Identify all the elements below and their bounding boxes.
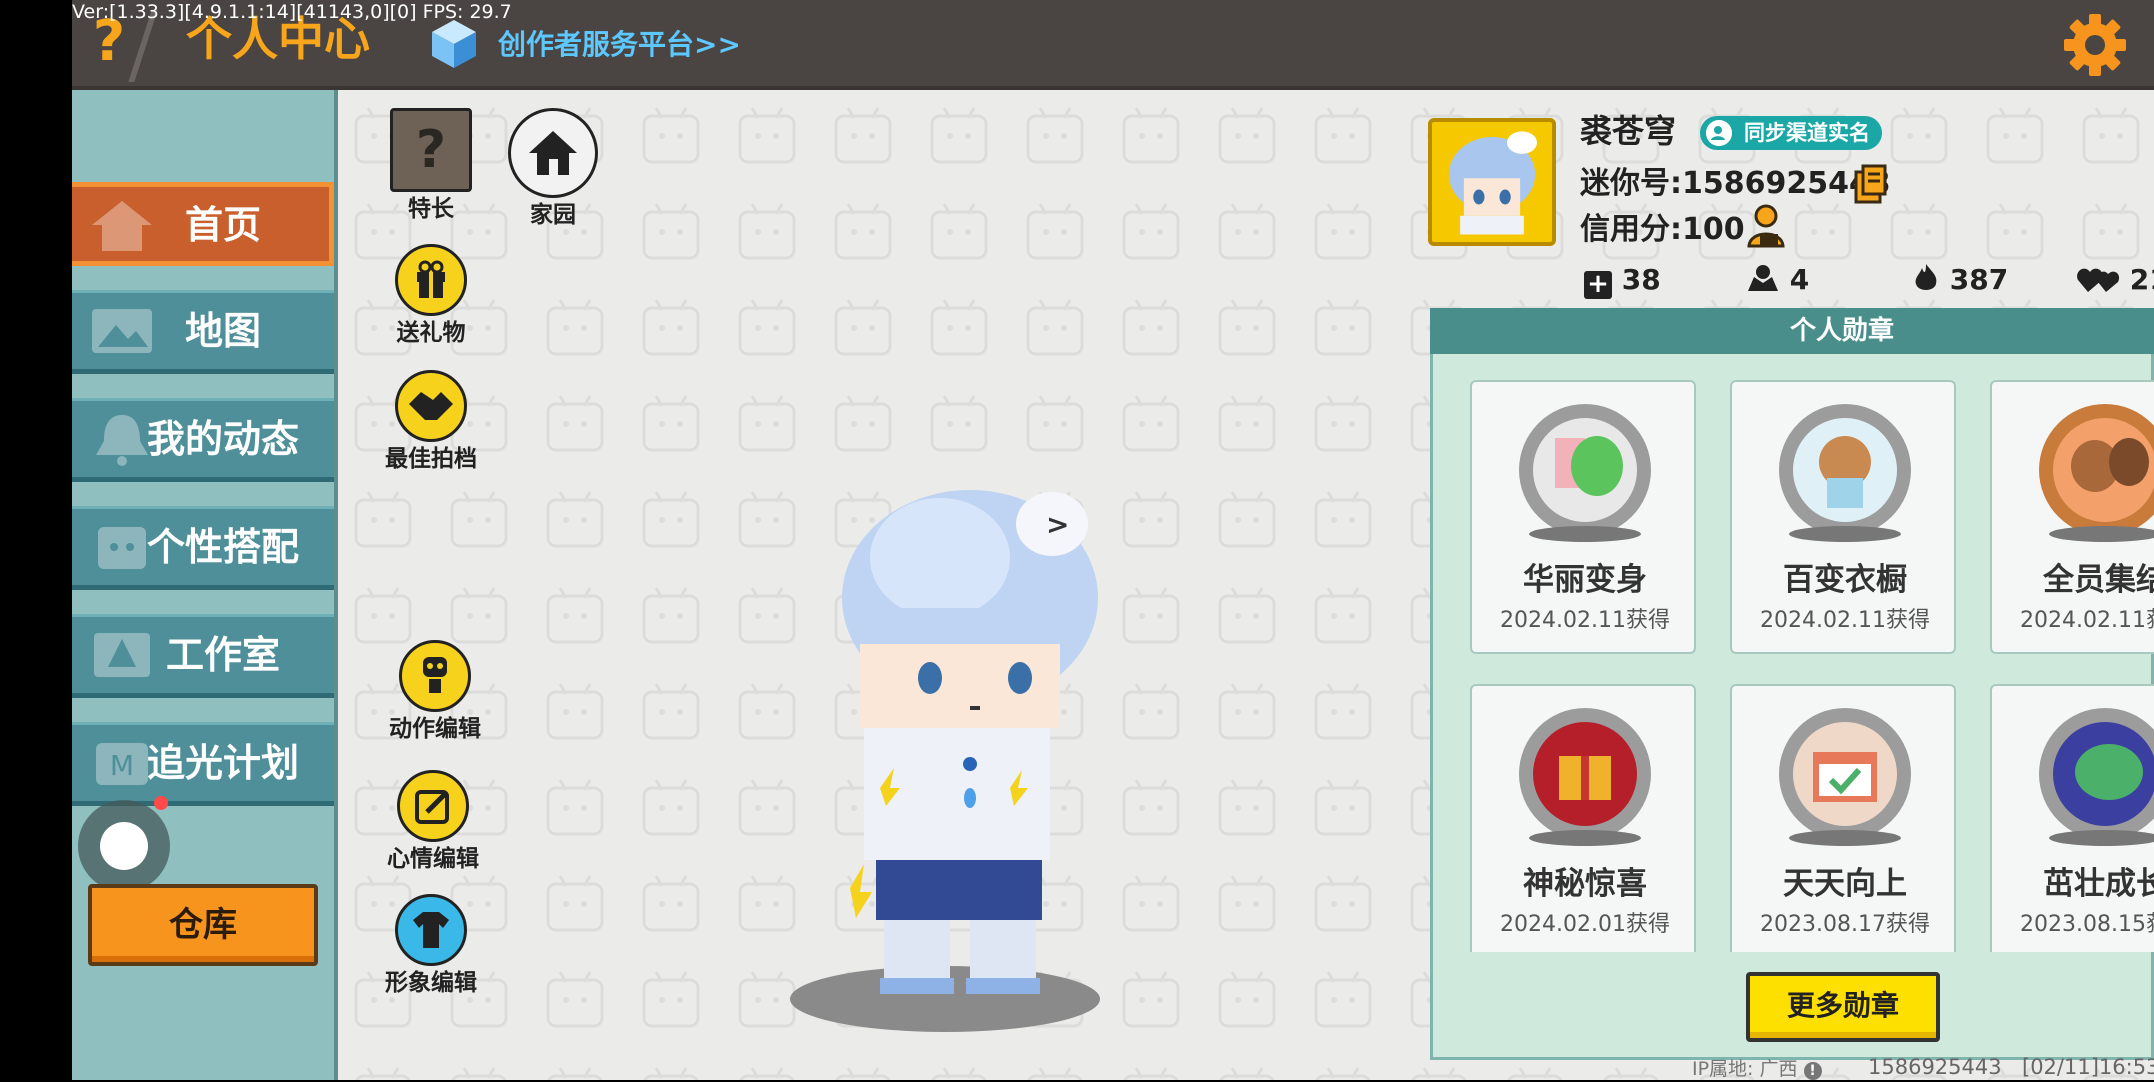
stat-fans[interactable]: 4 (1746, 260, 1809, 300)
best-partner-label: 最佳拍档 (385, 446, 477, 472)
gift-icon (395, 244, 467, 316)
medal-name: 全员集结 (2043, 562, 2154, 598)
image-edit-label: 形象编辑 (385, 970, 477, 996)
homeland-button[interactable]: 家园 (498, 108, 608, 230)
shirt-icon (395, 894, 467, 966)
medal-name: 华丽变身 (1523, 562, 1647, 598)
sidebar-item-label: 工作室 (165, 633, 280, 677)
question-block-icon: ? (390, 108, 472, 192)
ip-location-text: IP属地: 广西 (1692, 1058, 1798, 1080)
medal-card[interactable]: 华丽变身 2024.02.11获得 (1470, 380, 1696, 654)
more-medals-label: 更多勋章 (1786, 989, 1899, 1022)
notification-dot (154, 796, 168, 810)
svg-text:>: > (1046, 508, 1069, 541)
medal-name: 神秘惊喜 (1523, 866, 1647, 902)
sidebar-item-outfit[interactable]: 个性搭配 (72, 506, 334, 590)
medal-mystery-gift-icon (1519, 708, 1651, 846)
stat-value: 4 (1789, 263, 1810, 296)
medal-assemble-icon (2039, 404, 2154, 542)
medal-date: 2023.08.17获得 (1760, 912, 1930, 937)
medal-date: 2024.02.01获得 (1500, 912, 1670, 937)
sidebar-item-label: 首页 (184, 203, 261, 247)
stat-value: 21 (2129, 263, 2154, 296)
credit-user-icon[interactable] (1746, 204, 1786, 250)
medal-date: 2024.02.11获得 (1500, 608, 1670, 633)
flame-icon (1915, 264, 1937, 290)
player-nickname: 裘苍穹 (1580, 112, 1677, 150)
send-gift-label: 送礼物 (396, 320, 466, 346)
medal-transform-icon (1519, 404, 1651, 542)
sidebar-item-my-feed[interactable]: 我的动态 (72, 398, 334, 482)
sidebar-item-studio[interactable]: 工作室 (72, 614, 334, 698)
stat-likes[interactable]: 21 (2076, 260, 2154, 300)
robot-icon (399, 640, 471, 712)
medal-card[interactable]: 茁壮成长 2023.08.15获得 (1990, 684, 2154, 952)
player-character-model[interactable]: > (820, 488, 1120, 1008)
medal-card[interactable]: 神秘惊喜 2024.02.01获得 (1470, 684, 1696, 952)
sidebar-item-label: 追光计划 (146, 741, 299, 785)
medal-card[interactable]: 百变衣橱 2024.02.11获得 (1730, 380, 1956, 654)
creator-cube-icon[interactable] (430, 18, 478, 70)
best-partner-button[interactable]: 最佳拍档 (376, 370, 486, 474)
floating-ball-center (100, 822, 148, 870)
sidebar-item-light-plan[interactable]: M 追光计划 (72, 722, 334, 806)
homeland-label: 家园 (530, 202, 576, 228)
sidebar-item-map[interactable]: 地图 (72, 290, 334, 374)
action-edit-button[interactable]: 动作编辑 (380, 640, 490, 744)
medal-name: 天天向上 (1783, 866, 1907, 902)
ip-location: IP属地: 广西 ! (1692, 1056, 1822, 1082)
creator-platform-link[interactable]: 创作者服务平台>> (498, 26, 741, 64)
user-check-icon (1706, 120, 1732, 146)
stat-popularity[interactable]: 387 (1912, 260, 2008, 300)
heart-icon (2077, 268, 2120, 292)
left-black-strip (0, 0, 72, 1080)
fans-icon (1748, 265, 1778, 291)
sidebar-item-label: 个性搭配 (146, 525, 299, 569)
footer-player-id: 1586925443 (1868, 1055, 2002, 1079)
sidebar-item-label: 地图 (184, 309, 261, 353)
medal-growth-icon (2039, 708, 2154, 846)
medal-date: 2023.08.15获得 (2020, 912, 2154, 937)
copy-icon[interactable] (1854, 164, 1888, 204)
gear-icon[interactable] (2062, 12, 2128, 78)
medal-name: 百变衣橱 (1783, 562, 1907, 598)
credit-score: 信用分:100 (1580, 212, 1745, 247)
more-medals-button[interactable]: 更多勋章 (1746, 972, 1940, 1042)
stat-friends[interactable]: + 38 (1584, 260, 1661, 300)
specialty-button[interactable]: ? 特长 (376, 108, 486, 224)
medal-panel-title: 个人勋章 (1789, 316, 1894, 346)
house-icon (508, 108, 598, 198)
stat-value: 387 (1949, 263, 2009, 296)
warehouse-label: 仓库 (169, 905, 237, 945)
medal-card[interactable]: 天天向上 2023.08.17获得 (1730, 684, 1956, 952)
sidebar-item-label: 我的动态 (146, 417, 299, 461)
image-edit-button[interactable]: 形象编辑 (376, 894, 486, 998)
mini-id: 迷你号:1586925443 (1580, 166, 1891, 201)
add-friend-icon: + (1584, 271, 1612, 299)
mood-edit-button[interactable]: 心情编辑 (378, 770, 488, 874)
top-bar-divider (72, 86, 2154, 90)
medal-calendar-icon (1779, 708, 1911, 846)
stat-value: 38 (1621, 263, 1661, 296)
specialty-label: 特长 (408, 196, 454, 222)
mood-edit-label: 心情编辑 (387, 846, 479, 872)
footer-timestamp: [02/11]16:53 (2022, 1055, 2154, 1079)
medal-date: 2024.02.11获得 (1760, 608, 1930, 633)
medal-card[interactable]: 全员集结 2024.02.11获得 (1990, 380, 2154, 654)
sidebar-item-home[interactable]: 首页 (72, 182, 334, 266)
version-fps-readout: Ver:[1.33.3][4.9.1.1:14][41143,0][0] FPS… (72, 1, 512, 23)
edit-pencil-icon (397, 770, 469, 842)
medal-grid: 华丽变身 2024.02.11获得 百变衣橱 2024.02.11获得 全员集结… (1444, 370, 2154, 952)
handshake-icon (395, 370, 467, 442)
warehouse-button[interactable]: 仓库 (88, 884, 318, 966)
sidebar-edge (334, 90, 338, 1080)
action-edit-label: 动作编辑 (389, 716, 481, 742)
info-icon[interactable]: ! (1803, 1062, 1822, 1080)
avatar[interactable] (1428, 118, 1556, 246)
medal-wardrobe-icon (1779, 404, 1911, 542)
medal-date: 2024.02.11获得 (2020, 608, 2154, 633)
medal-name: 茁壮成长 (2043, 866, 2154, 902)
send-gift-button[interactable]: 送礼物 (376, 244, 486, 348)
